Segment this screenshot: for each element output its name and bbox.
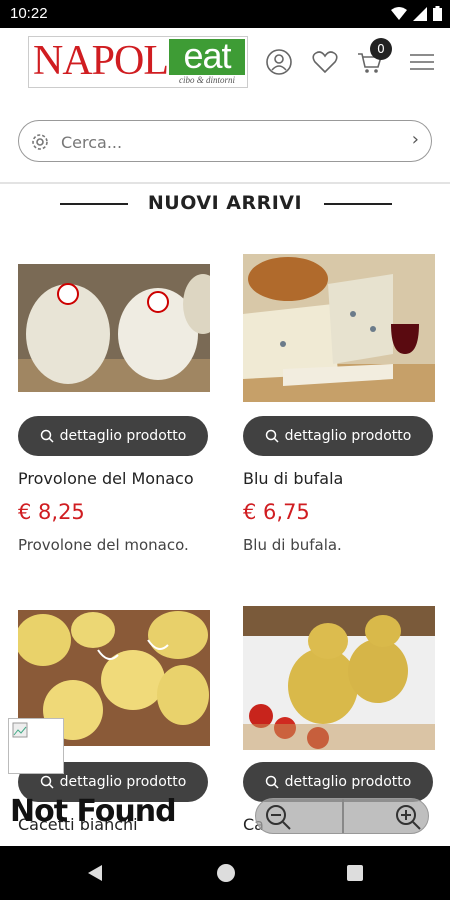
user-icon[interactable] bbox=[265, 48, 293, 76]
search-icon bbox=[265, 775, 279, 789]
product-description: Blu di bufala. bbox=[243, 536, 342, 554]
battery-icon bbox=[433, 6, 442, 21]
wifi-icon bbox=[391, 6, 407, 20]
recents-icon[interactable] bbox=[346, 864, 364, 882]
product-price: € 6,75 bbox=[243, 500, 310, 524]
product-image[interactable] bbox=[18, 264, 210, 392]
status-time: 10:22 bbox=[10, 5, 48, 22]
product-image[interactable] bbox=[243, 606, 435, 750]
not-found-text: Not Found bbox=[10, 794, 177, 829]
search-icon bbox=[40, 775, 54, 789]
search-input[interactable] bbox=[59, 129, 393, 155]
broken-image-icon bbox=[8, 718, 64, 774]
search-icon bbox=[265, 429, 279, 443]
app-header: NAPOL eat cibo & dintorni 0 bbox=[0, 28, 450, 100]
napoleat-logo[interactable]: NAPOL eat cibo & dintorni bbox=[28, 36, 248, 88]
title-line-right bbox=[324, 203, 392, 205]
status-bar: 10:22 bbox=[0, 0, 450, 28]
logo-text-napol: NAPOL bbox=[33, 38, 169, 84]
zoom-out-icon[interactable] bbox=[264, 803, 292, 831]
cell-signal-icon bbox=[413, 6, 427, 21]
zoom-in-icon[interactable] bbox=[394, 803, 422, 831]
chevron-right-icon[interactable]: › bbox=[412, 129, 419, 150]
product-card[interactable] bbox=[18, 264, 210, 392]
product-name[interactable]: Blu di bufala bbox=[243, 469, 343, 488]
product-name[interactable]: Provolone del Monaco bbox=[18, 469, 194, 488]
search-icon bbox=[40, 429, 54, 443]
zoom-control[interactable] bbox=[255, 798, 429, 834]
button-label: dettaglio prodotto bbox=[59, 774, 187, 790]
menu-icon[interactable] bbox=[408, 48, 436, 76]
product-price: € 8,25 bbox=[18, 500, 85, 524]
product-description: Provolone del monaco. bbox=[18, 536, 189, 554]
gear-icon[interactable] bbox=[29, 131, 51, 153]
back-icon[interactable] bbox=[86, 864, 104, 882]
product-image[interactable] bbox=[243, 254, 435, 402]
logo-tagline: cibo & dintorni bbox=[179, 75, 235, 85]
system-nav-bar bbox=[0, 846, 450, 900]
header-divider bbox=[0, 182, 450, 184]
search-bar[interactable]: › bbox=[18, 120, 432, 162]
product-detail-button[interactable]: dettaglio prodotto bbox=[243, 762, 433, 802]
product-detail-button[interactable]: dettaglio prodotto bbox=[243, 416, 433, 456]
zoom-separator bbox=[342, 799, 344, 833]
product-card[interactable] bbox=[243, 254, 435, 402]
cart-count-badge: 0 bbox=[370, 38, 392, 60]
product-detail-button[interactable]: dettaglio prodotto bbox=[18, 416, 208, 456]
heart-icon[interactable] bbox=[311, 48, 339, 76]
button-label: dettaglio prodotto bbox=[284, 428, 412, 444]
product-card[interactable] bbox=[243, 606, 435, 750]
home-icon[interactable] bbox=[216, 863, 236, 883]
logo-text-eat: eat bbox=[169, 38, 245, 75]
button-label: dettaglio prodotto bbox=[59, 428, 187, 444]
button-label: dettaglio prodotto bbox=[284, 774, 412, 790]
